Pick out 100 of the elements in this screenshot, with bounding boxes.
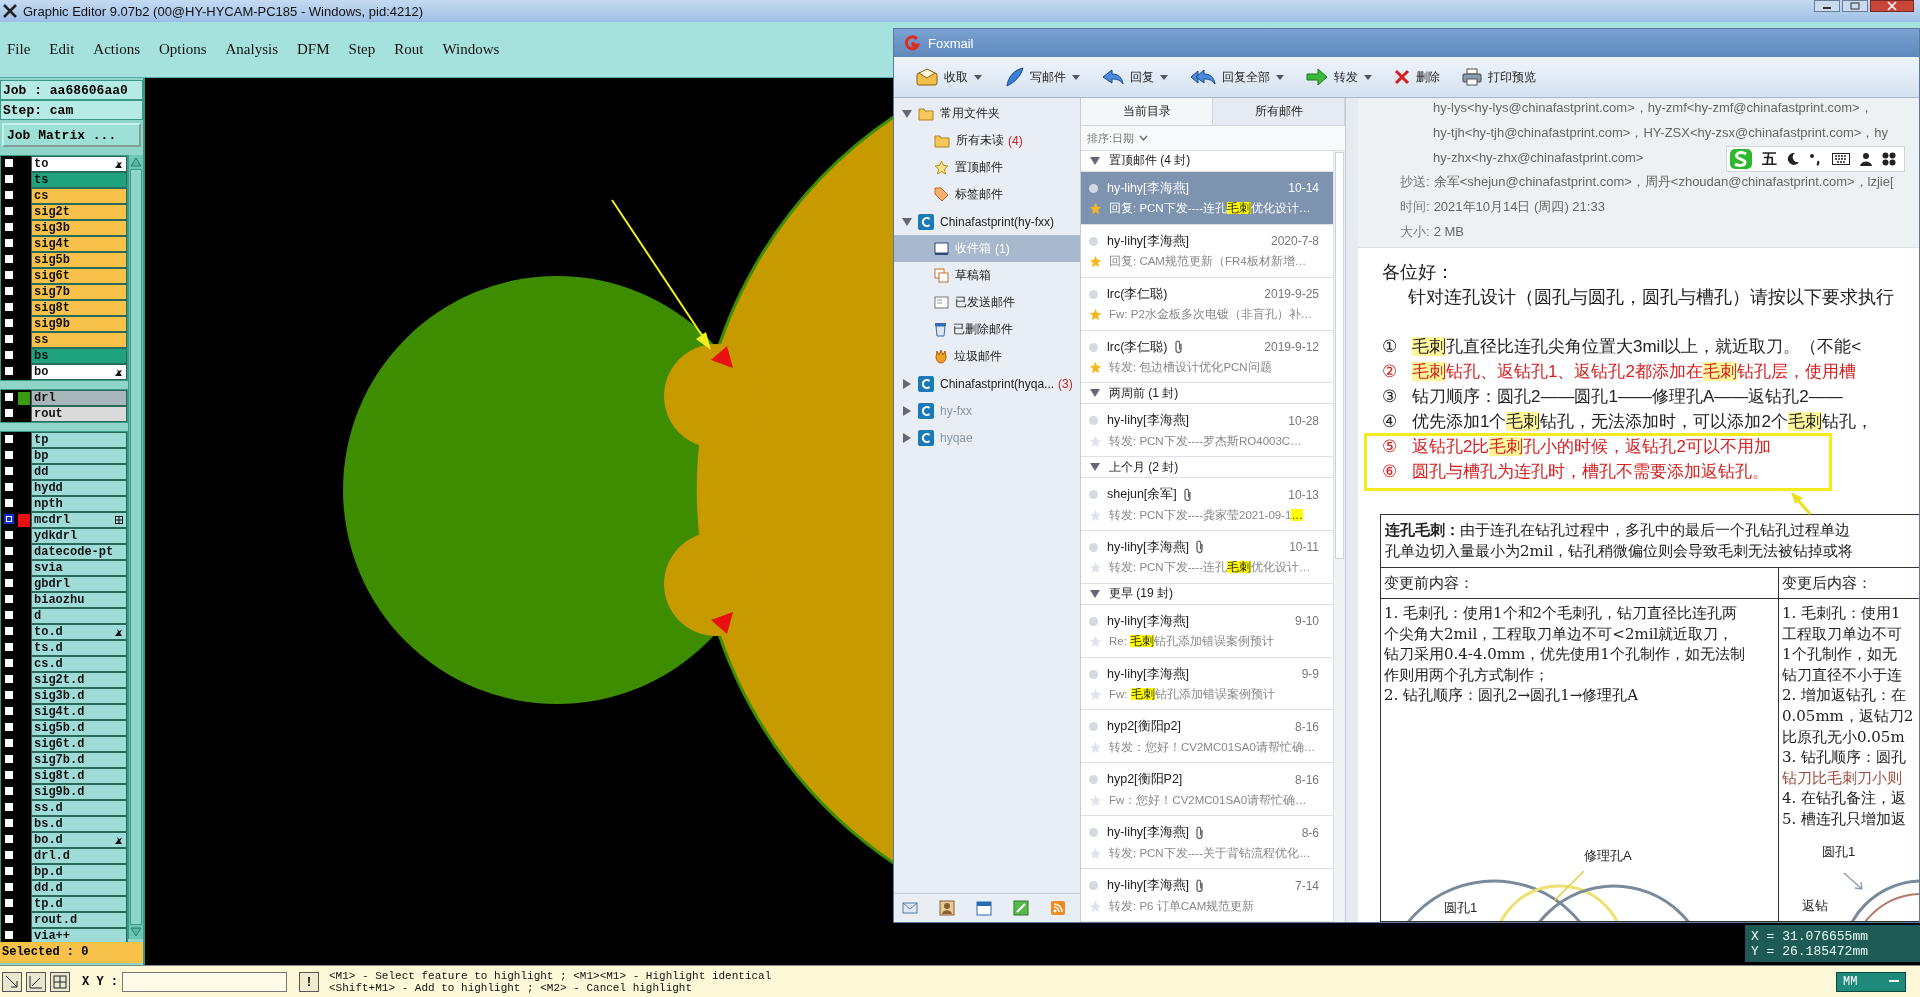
folder-item[interactable]: 草稿箱 bbox=[894, 262, 1080, 289]
layer-checkbox[interactable] bbox=[4, 222, 14, 232]
layer-item[interactable]: datecode-pt bbox=[31, 544, 127, 560]
layer-checkbox[interactable] bbox=[4, 690, 14, 700]
layer-checkbox[interactable] bbox=[4, 174, 14, 184]
group-header[interactable]: 上个月 (2 封) bbox=[1081, 457, 1333, 479]
layer-checkbox[interactable] bbox=[4, 366, 14, 376]
layer-item[interactable]: to bbox=[31, 156, 127, 172]
list-tab[interactable]: 所有邮件 bbox=[1213, 98, 1345, 126]
layer-item[interactable]: dd bbox=[31, 464, 127, 480]
menu-item[interactable]: Rout bbox=[394, 41, 424, 58]
layer-item[interactable]: to.d bbox=[31, 624, 127, 640]
layer-checkbox[interactable] bbox=[4, 610, 14, 620]
layer-item[interactable]: ts bbox=[31, 172, 127, 188]
layer-checkbox[interactable] bbox=[4, 626, 14, 636]
menu-item[interactable]: Windows bbox=[442, 41, 500, 58]
menu-item[interactable]: Step bbox=[348, 41, 376, 58]
layer-item[interactable]: bp bbox=[31, 448, 127, 464]
layer-item[interactable]: bp.d bbox=[31, 864, 127, 880]
layer-item[interactable]: rout.d bbox=[31, 912, 127, 928]
layer-checkbox[interactable] bbox=[4, 642, 14, 652]
zoom-tool-icon[interactable] bbox=[2, 971, 22, 992]
layer-checkbox[interactable] bbox=[4, 658, 14, 668]
layer-item[interactable]: sig4t bbox=[31, 236, 127, 252]
layer-item[interactable]: sig8t.d bbox=[31, 768, 127, 784]
layer-item[interactable]: npth bbox=[31, 496, 127, 512]
layer-item[interactable]: cs bbox=[31, 188, 127, 204]
layer-item[interactable]: sig8t bbox=[31, 300, 127, 316]
star-icon[interactable] bbox=[1089, 899, 1102, 913]
layer-item[interactable]: tp.d bbox=[31, 896, 127, 912]
minimize-icon[interactable] bbox=[1814, 0, 1840, 12]
star-icon[interactable] bbox=[1089, 508, 1102, 522]
layer-checkbox[interactable] bbox=[4, 408, 14, 418]
layer-checkbox[interactable] bbox=[4, 546, 14, 556]
layer-checkbox[interactable] bbox=[4, 738, 14, 748]
menu-item[interactable]: DFM bbox=[297, 41, 330, 58]
input-method-logo-icon[interactable] bbox=[1729, 148, 1753, 170]
layer-item[interactable]: drl.d bbox=[31, 848, 127, 864]
layer-item[interactable]: drl bbox=[31, 390, 127, 406]
layer-checkbox[interactable] bbox=[4, 786, 14, 796]
layer-checkbox[interactable] bbox=[4, 530, 14, 540]
layer-item[interactable]: ss bbox=[31, 332, 127, 348]
layer-item[interactable]: sig5b.d bbox=[31, 720, 127, 736]
user-icon[interactable] bbox=[1859, 152, 1873, 166]
star-icon[interactable] bbox=[1089, 308, 1102, 322]
units-dropdown[interactable]: MM bbox=[1836, 971, 1906, 992]
layer-item[interactable]: sig7b.d bbox=[31, 752, 127, 768]
layer-checkbox[interactable] bbox=[4, 498, 14, 508]
layer-checkbox[interactable] bbox=[4, 882, 14, 892]
layer-checkbox[interactable] bbox=[4, 466, 14, 476]
star-icon[interactable] bbox=[1089, 635, 1102, 649]
layer-checkbox[interactable] bbox=[4, 914, 14, 924]
layer-checkbox[interactable] bbox=[4, 818, 14, 828]
layer-item[interactable]: ts.d bbox=[31, 640, 127, 656]
layer-checkbox[interactable] bbox=[4, 930, 14, 940]
mail-icon[interactable] bbox=[902, 901, 918, 915]
menu-item[interactable]: Edit bbox=[49, 41, 75, 58]
layer-checkbox[interactable] bbox=[4, 302, 14, 312]
contacts-icon[interactable] bbox=[939, 900, 955, 916]
layer-checkbox[interactable] bbox=[4, 158, 14, 168]
layer-checkbox[interactable] bbox=[4, 514, 14, 524]
folder-item[interactable]: Chinafastprint(hy-fxx) bbox=[894, 208, 1080, 235]
group-header[interactable]: 置顶邮件 (4 封) bbox=[1081, 151, 1333, 172]
layer-item[interactable]: cs.d bbox=[31, 656, 127, 672]
toolbar-button[interactable]: 收取 bbox=[916, 68, 982, 86]
layer-item[interactable]: bo bbox=[31, 364, 127, 380]
layer-item[interactable]: mcdrl bbox=[31, 512, 127, 528]
grid-tool-icon[interactable] bbox=[50, 971, 70, 992]
layer-item[interactable]: d bbox=[31, 608, 127, 624]
input-mode-text[interactable]: 五 bbox=[1762, 149, 1777, 169]
layer-checkbox[interactable] bbox=[4, 206, 14, 216]
layer-item[interactable]: sig7b bbox=[31, 284, 127, 300]
calendar-icon[interactable] bbox=[976, 900, 992, 916]
layer-item[interactable]: hydd bbox=[31, 480, 127, 496]
group-header[interactable]: 更早 (19 封) bbox=[1081, 583, 1333, 605]
caret-right-icon[interactable] bbox=[902, 378, 912, 389]
layer-item[interactable]: sig9b bbox=[31, 316, 127, 332]
layer-checkbox[interactable] bbox=[4, 270, 14, 280]
layer-item[interactable]: ydkdrl bbox=[31, 528, 127, 544]
folder-item[interactable]: 垃圾邮件 bbox=[894, 343, 1080, 370]
layer-checkbox[interactable] bbox=[4, 238, 14, 248]
layer-item[interactable]: biaozhu bbox=[31, 592, 127, 608]
star-icon[interactable] bbox=[1089, 255, 1102, 269]
star-icon[interactable] bbox=[1089, 561, 1102, 575]
layer-checkbox[interactable] bbox=[4, 392, 14, 402]
layer-item[interactable]: sig4t.d bbox=[31, 704, 127, 720]
layer-checkbox[interactable] bbox=[4, 318, 14, 328]
layer-checkbox[interactable] bbox=[4, 578, 14, 588]
group-header[interactable]: 两周前 (1 封) bbox=[1081, 383, 1333, 405]
layer-checkbox[interactable] bbox=[4, 434, 14, 444]
layer-checkbox[interactable] bbox=[4, 482, 14, 492]
layer-checkbox[interactable] bbox=[4, 850, 14, 860]
star-icon[interactable] bbox=[1089, 361, 1102, 374]
measure-tool-icon[interactable] bbox=[26, 971, 46, 992]
layer-item[interactable]: sig6t.d bbox=[31, 736, 127, 752]
mail-item[interactable]: hy-lihy[李海燕] 10-11 转发: PCN下发----连孔毛刺优化设计… bbox=[1081, 530, 1333, 584]
menu-item[interactable]: Actions bbox=[93, 41, 140, 58]
toolbar-button[interactable]: 删除 bbox=[1394, 68, 1440, 86]
toolbar-button[interactable]: 回复 bbox=[1102, 68, 1168, 86]
folder-item[interactable]: 已发送邮件 bbox=[894, 289, 1080, 316]
